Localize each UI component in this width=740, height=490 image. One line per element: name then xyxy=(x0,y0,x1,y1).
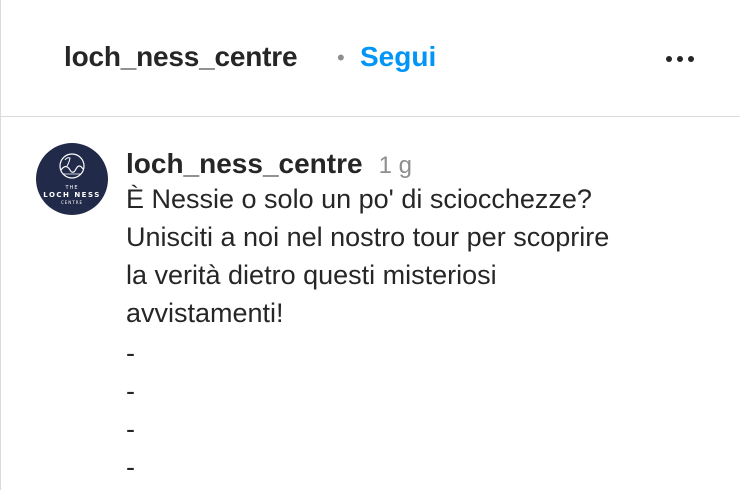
header-username[interactable]: loch_ness_centre xyxy=(64,41,298,73)
comment-text: È Nessie o solo un po' di sciocchezze? U… xyxy=(126,184,610,328)
more-horizontal-icon xyxy=(666,56,672,62)
post-header: loch_ness_centre • Segui xyxy=(0,0,740,117)
avatar-text-line3: CENTRE xyxy=(60,200,84,205)
dash-line: - xyxy=(126,414,135,444)
comment-timestamp[interactable]: 1 g xyxy=(379,152,412,179)
comment: loch_ness_centre 1 g È Nessie o solo un p… xyxy=(126,148,726,486)
comment-username[interactable]: loch_ness_centre xyxy=(126,148,363,179)
avatar-text-line2: LOCH NESS xyxy=(43,191,101,199)
comment-dash-list: - - - - xyxy=(126,334,726,486)
dash-line: - xyxy=(126,452,135,482)
more-horizontal-icon-dot xyxy=(688,56,694,62)
comment-header: loch_ness_centre 1 g xyxy=(126,148,726,180)
header-separator: • xyxy=(337,45,345,70)
avatar[interactable]: THE LOCH NESS CENTRE xyxy=(36,143,108,215)
dash-line: - xyxy=(126,376,135,406)
more-horizontal-icon-dot xyxy=(677,56,683,62)
more-options-button[interactable] xyxy=(660,44,700,74)
follow-button[interactable]: Segui xyxy=(360,41,436,73)
dash-line: - xyxy=(126,338,135,368)
